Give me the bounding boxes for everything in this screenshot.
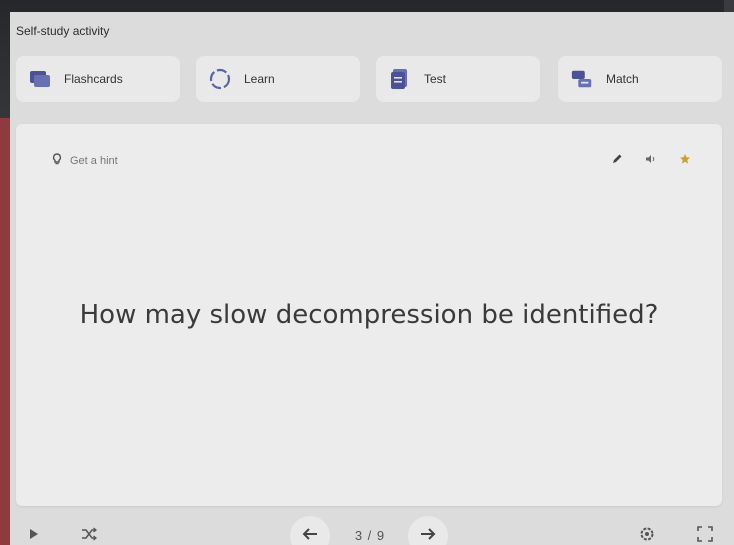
arrow-right-icon (420, 527, 436, 545)
flashcards-button[interactable]: Flashcards (16, 56, 180, 102)
match-button[interactable]: Match (558, 56, 722, 102)
flashcard-question: How may slow decompression be identified… (79, 300, 659, 330)
card-counter: 3 / 9 (354, 528, 386, 543)
play-icon[interactable] (26, 526, 42, 542)
test-button[interactable]: Test (376, 56, 540, 102)
previous-card-button[interactable] (290, 516, 330, 545)
flashcard-controls: 3 / 9 (10, 512, 734, 545)
edit-icon[interactable] (608, 150, 626, 168)
learn-label: Learn (244, 72, 275, 86)
star-icon[interactable] (676, 150, 694, 168)
match-icon (570, 67, 594, 91)
card-toolbar (608, 150, 694, 168)
panel-title: Self-study activity (16, 24, 110, 38)
lightbulb-icon (52, 152, 62, 170)
self-study-panel: Self-study activity Flashcards Learn Tes… (10, 12, 734, 545)
test-icon (388, 67, 412, 91)
flashcard[interactable]: Get a hint How may slow decompression be… (16, 124, 722, 506)
flashcards-label: Flashcards (64, 72, 123, 86)
audio-icon[interactable] (642, 150, 660, 168)
match-label: Match (606, 72, 639, 86)
arrow-left-icon (302, 527, 318, 545)
get-hint-button[interactable]: Get a hint (52, 152, 118, 170)
flashcards-icon (28, 67, 52, 91)
get-hint-label: Get a hint (70, 155, 118, 167)
settings-icon[interactable] (638, 525, 656, 543)
study-mode-bar: Flashcards Learn Test Match (16, 56, 722, 102)
learn-icon (208, 67, 232, 91)
test-label: Test (424, 72, 447, 86)
next-card-button[interactable] (408, 516, 448, 545)
shuffle-icon[interactable] (80, 526, 98, 542)
learn-button[interactable]: Learn (196, 56, 360, 102)
fullscreen-icon[interactable] (696, 525, 714, 543)
